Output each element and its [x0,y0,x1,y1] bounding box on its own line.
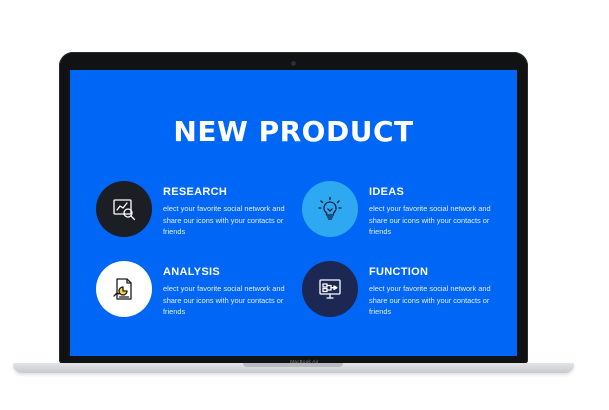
research-icon-circle [96,181,152,237]
monitor-flowchart-icon [319,279,341,299]
feature-heading: ANALYSIS [163,266,221,278]
camera-dot [291,61,296,66]
chart-document-icon [113,278,132,300]
analysis-icon-circle [96,261,152,317]
feature-ideas: IDEAS elect your favorite social network… [302,181,502,241]
feature-description: elect your favorite social network and s… [369,284,491,316]
feature-heading: RESEARCH [163,186,228,198]
laptop-mockup: NEW PRODUCT RESEARCH elect your favorite… [0,0,609,410]
feature-description: elect your favorite social network and s… [163,204,285,236]
feature-function: FUNCTION elect your favorite social netw… [302,261,502,321]
function-icon-circle [302,261,358,317]
feature-analysis: ANALYSIS elect your favorite social netw… [96,261,296,321]
feature-heading: FUNCTION [369,266,429,278]
ideas-icon-circle [302,181,358,237]
laptop-screen: NEW PRODUCT RESEARCH elect your favorite… [70,70,517,356]
research-analytics-icon [113,199,136,221]
lightbulb-icon [318,196,342,220]
slide-title: NEW PRODUCT [173,115,414,148]
feature-heading: IDEAS [369,186,405,198]
feature-description: elect your favorite social network and s… [163,284,285,316]
feature-description: elect your favorite social network and s… [369,204,491,236]
feature-research: RESEARCH elect your favorite social netw… [96,181,296,241]
device-label: MacBook Air [290,359,319,364]
